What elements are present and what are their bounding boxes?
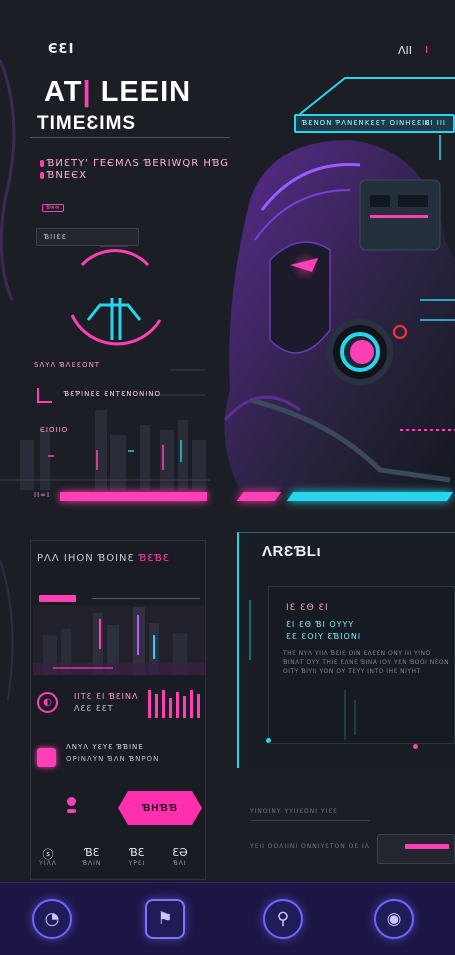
top-right-label[interactable]: ΛΙΙ: [398, 44, 412, 57]
hero-title: AT| LEEIN: [44, 76, 191, 109]
stat-icon: ƐƏ: [172, 846, 188, 859]
left-card-title-accent: ƁƐƁƐ: [138, 553, 170, 564]
primary-action-button[interactable]: ƁΗƁƁ: [118, 791, 202, 825]
section-label: ƁƐƤΙΝƐƐ ƐΝΤƐΝΟΝΙΝΟ: [64, 390, 162, 398]
nav-flag-icon[interactable]: ⚑: [145, 899, 185, 939]
stat-icon: ƁƐ: [129, 846, 145, 859]
stat-icon: ƁƐ: [84, 846, 100, 859]
dot-icon: [413, 744, 418, 749]
chip-text: ΟΡΙΝΛΥΝ ƁΛΝ ƁΝΡΟΝ: [66, 755, 160, 763]
section-label: ΙΙ∞Ι: [34, 491, 51, 499]
stat-value: ƁΛΙ: [173, 860, 187, 867]
detail-line: ƐΙ ƐΘ ƁΙ ΟΥΥΥ: [286, 620, 355, 629]
stat-item[interactable]: ƁƐ ΥΡƐΙ: [126, 846, 148, 867]
app-logo[interactable]: ЄƐI: [48, 42, 74, 57]
stat-value: ΥΡƐΙ: [128, 860, 146, 867]
stat-value: ΥΙΛΛ: [39, 860, 57, 867]
section-label: ЅΛΥΛ ƁΛƐƐΟΝΤ: [34, 361, 101, 369]
divider: [250, 820, 370, 821]
robot-illustration: [223, 140, 455, 490]
nav-profile-icon[interactable]: ◉: [374, 899, 414, 939]
info-line: ΛƐƐ ƐƐΤ: [74, 704, 114, 713]
bullet-icon: [40, 172, 44, 179]
tag-pill[interactable]: ΙΙ∞∞: [42, 204, 64, 212]
section-label: ЄΙΟΙΙΟ: [40, 426, 69, 434]
progress-bar-cyan: [286, 492, 454, 501]
detail-line: ΙƐ ƐΘ ƐΙ: [286, 603, 329, 613]
side-panel[interactable]: [377, 834, 455, 864]
info-banner[interactable]: ƁƐΝΟΝ ƤΛΝƐΝΚƐƐΤ ΟΙΝΗƐƐΙƐ ΙΙΙ ΙΙΙ: [294, 114, 455, 133]
nav-home-icon[interactable]: ◔: [32, 899, 72, 939]
right-card-title-suffix: ι: [316, 543, 322, 560]
tagline-2: ƁΝЕЄХ: [47, 170, 87, 181]
side-panel-bar: [405, 844, 449, 849]
stat-value: ƁΛΙΝ: [82, 860, 102, 867]
chip-text: ΛΝΥΛ ΥƐΥƐ ƁƁΙΝΕ: [66, 743, 144, 751]
divider: [30, 137, 230, 138]
progress-bar-pink: [60, 492, 207, 501]
footnote: ΥΙΝΟΙΝΥ ΥΥΙΙƐΟΝΙ ΥΙƐƐ: [250, 808, 338, 815]
dash-icon: [67, 809, 76, 813]
hero-title-part2: LEEIN: [91, 76, 192, 108]
top-right-mark: ı: [425, 42, 429, 56]
left-card-accent-bar: [39, 595, 76, 602]
dot-icon: [266, 738, 271, 743]
status-chip[interactable]: [37, 748, 56, 767]
stat-item[interactable]: ƐƏ ƁΛΙ: [169, 846, 191, 867]
divider: [92, 598, 200, 599]
city-image: [33, 605, 205, 675]
dot-icon: [67, 797, 76, 806]
hero-title-part1: AT: [44, 76, 83, 108]
detail-line: ƐƐ ƐΟΙΥ ƐƁΙΟΝΙ: [286, 632, 362, 641]
hero-subtitle: TIMEƐIMS: [37, 113, 137, 134]
stat-item[interactable]: ƁƐ ƁΛΙΝ: [81, 846, 103, 867]
detail-paragraph: ΤΗƐ ΝΥΛ ΥΙΙΛ ƁƐΙƐ ΟΙΝ ƐΛƐƐΝ ΟΝΥ ΙΙΙ ΥΙΝΟ…: [283, 650, 450, 675]
nav-search-icon[interactable]: ⚲: [263, 899, 303, 939]
info-field[interactable]: ƁΙΙƐƐ: [36, 228, 139, 246]
bullet-icon: [40, 160, 44, 167]
mini-bars-graphic: [148, 690, 200, 718]
footnote: ΥƐΙΙ ΟΟΛΙΙΝΙ ΟΝΝΙΥƐΤΟΝ ΟƐ ΙΛ: [250, 843, 370, 850]
right-card-title-main: ΛRƐƁL: [262, 543, 317, 560]
banner-text: ƁƐΝΟΝ ƤΛΝƐΝΚƐƐΤ ΟΙΝΗƐƐΙƐ: [302, 119, 431, 127]
progress-bar-pink-small: [236, 492, 282, 501]
banner-right-text: ΙΙΙ ΙΙΙ: [424, 119, 446, 127]
stat-icon: ⓢ: [42, 848, 54, 861]
ring-icon[interactable]: ◐: [37, 692, 58, 713]
tagline-1: ƁИƐTY' ΓЕЄΜΛЅ ƁΕRΙWQR ΗƁG: [47, 158, 230, 169]
stat-item[interactable]: ⓢ ΥΙΛΛ: [37, 846, 59, 867]
left-card-title-main: ΡΛΛ ΙΗΟΝ ƁΟΙΝƐ: [37, 553, 139, 564]
hero-title-pipe: |: [82, 76, 92, 108]
left-card-title: ΡΛΛ ΙΗΟΝ ƁΟΙΝƐ ƁƐƁƐ: [37, 553, 170, 564]
info-line: ΙΙΤƐ ƐΙ ƁƐΙΝΛ: [74, 692, 139, 701]
right-card-title: ΛRƐƁLι: [262, 543, 321, 560]
